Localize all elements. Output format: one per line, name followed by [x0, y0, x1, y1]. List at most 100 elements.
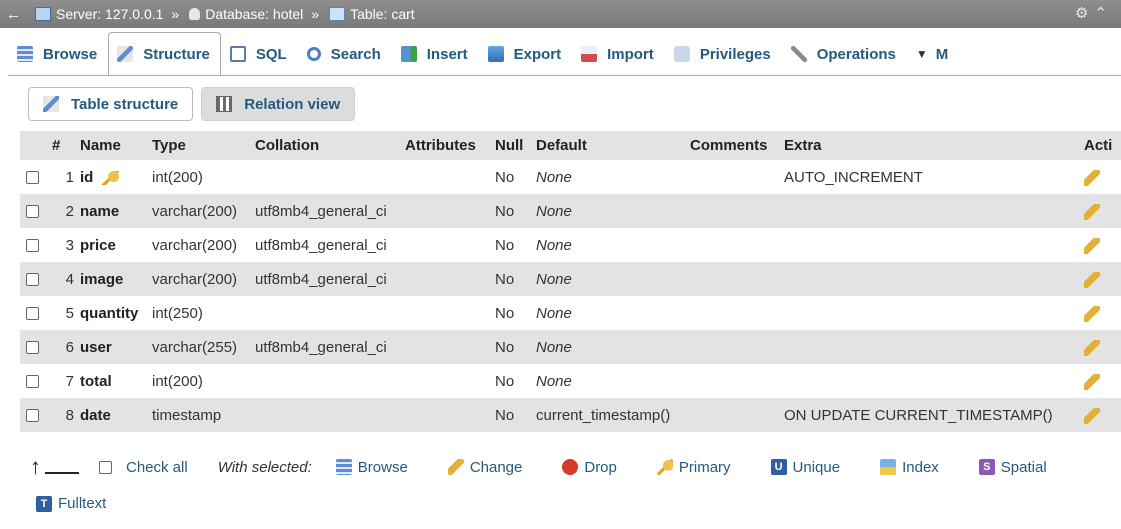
tab-more[interactable]: ▼ M [907, 32, 959, 75]
header-attributes[interactable]: Attributes [405, 131, 495, 160]
row-checkbox[interactable] [26, 409, 39, 423]
bulk-unique-button[interactable]: U Unique [770, 458, 841, 476]
key-icon [656, 459, 673, 475]
tab-insert[interactable]: Insert [392, 32, 479, 75]
column-attributes [405, 160, 495, 194]
subtab-label: Table structure [71, 95, 179, 113]
insert-icon [400, 46, 417, 62]
header-checkbox [20, 131, 52, 160]
row-checkbox[interactable] [26, 171, 39, 185]
row-checkbox[interactable] [26, 341, 39, 355]
collapse-nav-icon[interactable]: ← [6, 6, 21, 23]
row-checkbox[interactable] [26, 307, 39, 321]
column-extra [784, 194, 1084, 228]
bulk-change-button[interactable]: Change [447, 459, 522, 476]
index-icon [880, 459, 897, 475]
tab-label: Browse [43, 45, 98, 63]
column-null: No [495, 330, 536, 364]
sql-icon [229, 46, 246, 62]
tab-import[interactable]: Import [572, 32, 665, 75]
column-type: int(200) [152, 160, 255, 194]
row-name-cell: quantity [80, 296, 152, 330]
tab-export[interactable]: Export [479, 32, 573, 75]
column-attributes [405, 262, 495, 296]
row-action-cell [1084, 262, 1121, 296]
row-cell-checkbox [20, 262, 52, 296]
header-default[interactable]: Default [536, 131, 690, 160]
tab-browse[interactable]: Browse [8, 32, 108, 75]
row-action-cell [1084, 330, 1121, 364]
pencil-icon[interactable] [1084, 373, 1100, 390]
pencil-icon[interactable] [1084, 339, 1100, 356]
subtab-table-structure[interactable]: Table structure [28, 87, 194, 121]
column-attributes [405, 398, 495, 432]
bulk-drop-button[interactable]: Drop [562, 459, 617, 476]
bulk-browse-button[interactable]: Browse [335, 459, 408, 476]
bulk-spatial-button[interactable]: S Spatial [978, 458, 1047, 476]
header-null[interactable]: Null [495, 131, 536, 160]
column-extra [784, 330, 1084, 364]
column-comments [690, 228, 784, 262]
pencil-icon[interactable] [1084, 305, 1100, 322]
column-collation: utf8mb4_general_ci [255, 262, 405, 296]
column-attributes [405, 228, 495, 262]
column-attributes [405, 330, 495, 364]
bulk-unique-label: Unique [792, 458, 841, 476]
table-row: 2 name varchar(200) utf8mb4_general_ci No Non… [20, 194, 1121, 228]
header-collation[interactable]: Collation [255, 131, 405, 160]
header-extra[interactable]: Extra [784, 131, 1084, 160]
row-name-cell: user [80, 330, 152, 364]
row-checkbox[interactable] [26, 273, 39, 287]
column-null: No [495, 194, 536, 228]
tab-sql[interactable]: SQL [221, 32, 298, 75]
tab-label: Operations [816, 45, 896, 63]
row-checkbox[interactable] [26, 375, 39, 389]
table-row: 4 image varchar(200) utf8mb4_general_ci No No… [20, 262, 1121, 296]
header-type[interactable]: Type [152, 131, 255, 160]
tab-operations[interactable]: Operations [782, 32, 907, 75]
row-cell-checkbox [20, 330, 52, 364]
check-all-checkbox[interactable] [99, 460, 112, 474]
pencil-icon[interactable] [1084, 237, 1100, 254]
pencil-icon[interactable] [1084, 169, 1100, 186]
bulk-primary-button[interactable]: Primary [656, 459, 731, 476]
breadcrumb-server[interactable]: Server: 127.0.0.1 [56, 6, 163, 22]
tab-label: Insert [426, 45, 468, 63]
check-all-link[interactable]: Check all [126, 459, 188, 476]
breadcrumb-database[interactable]: Database: hotel [205, 6, 303, 22]
bulk-spatial-label: Spatial [1000, 458, 1047, 476]
column-null: No [495, 296, 536, 330]
column-comments [690, 398, 784, 432]
pencil-icon[interactable] [1084, 407, 1100, 424]
tab-privileges[interactable]: Privileges [665, 32, 782, 75]
table-row: 8 date timestamp No current_timestamp() ON UP… [20, 398, 1121, 432]
bulk-fulltext-button[interactable]: T Fulltext [36, 495, 106, 512]
row-num: 8 [52, 398, 80, 432]
tab-search[interactable]: Search [298, 32, 392, 75]
subtab-label: Relation view [244, 95, 341, 113]
spatial-icon: S [978, 459, 995, 475]
column-default: None [536, 364, 690, 398]
settings-icon[interactable]: ⚙⌃ [1075, 4, 1113, 22]
column-name: id [80, 168, 94, 186]
tab-structure[interactable]: Structure [108, 32, 221, 75]
bulk-index-button[interactable]: Index [880, 459, 939, 476]
header-comments[interactable]: Comments [690, 131, 784, 160]
row-checkbox[interactable] [26, 239, 39, 253]
browse-icon [17, 46, 33, 62]
search-icon [306, 47, 321, 61]
header-num[interactable]: # [52, 131, 80, 160]
column-collation [255, 160, 405, 194]
structure-icon [43, 96, 59, 112]
subtab-relation-view[interactable]: Relation view [201, 87, 356, 121]
relation-icon [216, 96, 233, 112]
row-action-cell [1084, 160, 1121, 194]
header-name[interactable]: Name [80, 131, 152, 160]
pencil-icon[interactable] [1084, 203, 1100, 220]
row-checkbox[interactable] [26, 205, 39, 219]
breadcrumb-table[interactable]: Table: cart [350, 6, 415, 22]
column-default: None [536, 228, 690, 262]
operations-icon [790, 46, 807, 62]
pencil-icon[interactable] [1084, 271, 1100, 288]
column-null: No [495, 262, 536, 296]
